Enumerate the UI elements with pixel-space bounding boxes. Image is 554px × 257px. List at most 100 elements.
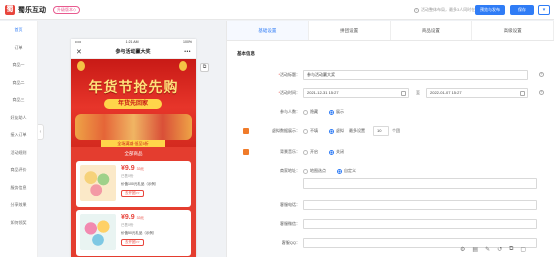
sidebar-item-claim[interactable]: 如何领奖: [0, 214, 37, 232]
copy-icon[interactable]: ⧉: [509, 246, 513, 253]
version-badge[interactable]: 升级版本◇: [53, 6, 81, 14]
product-card[interactable]: ¥9.9 33元 已售0份 价值50元礼品（示例） 去开团>>: [76, 210, 191, 256]
phone-preview: ••••• 1:21 AM 100% ✕ 参与活动赢大奖 ••• 年货节抢先购 …: [71, 39, 196, 257]
service-phone-row: 客服电话：: [226, 200, 554, 210]
collab-tip: i 活动整体布局，最多3人同时在线: [414, 7, 479, 13]
bottom-toolbar: ⚙ ▤ ✎ ↺ ⧉ ▢: [460, 246, 526, 253]
save-button[interactable]: 保存: [510, 5, 534, 15]
activity-time-row: *活动时间： 2021-12-31 15:27 至 2022-01-07 15:…: [226, 88, 554, 98]
activity-title-row: *活动标题： 参与活动赢大奖 ?: [226, 70, 554, 80]
virtual-data-label: 虚拟数据展示：: [272, 128, 300, 133]
virtual-off-radio[interactable]: 不填: [303, 128, 318, 134]
join-group-button[interactable]: 去开团>>: [121, 239, 144, 246]
virtual-on-radio[interactable]: 虚拟: [329, 128, 344, 134]
calendar-icon: [520, 91, 525, 96]
preview-publish-button[interactable]: 预览与发布: [475, 5, 505, 15]
service-phone-input[interactable]: [303, 200, 537, 210]
sidebar-item-order-access[interactable]: 接入订单: [0, 126, 37, 144]
join-group-button[interactable]: 去开团>>: [121, 190, 144, 197]
service-qq-label: 客服QQ：: [281, 240, 300, 245]
service-wechat-input[interactable]: [303, 219, 537, 229]
service-wechat-row: 客服微信：: [226, 219, 554, 229]
sidebar-item-product-3[interactable]: 商品三: [0, 91, 37, 109]
more-dropdown-button[interactable]: ▾: [538, 5, 550, 15]
tab-product-settings[interactable]: 商品设置: [391, 21, 473, 40]
service-phone-label: 客服电话：: [280, 202, 300, 207]
sidebar-item-rules[interactable]: 活动规则: [0, 144, 37, 162]
sidebar-item-orders[interactable]: 订单: [0, 39, 37, 57]
app-name: 蜀乐互动: [18, 7, 46, 14]
lantern-icon: [179, 61, 187, 71]
product-list-title: 全部商品: [124, 151, 143, 156]
virtual-data-checkbox[interactable]: [243, 128, 249, 134]
banner-subtitle: 年货先回家: [104, 99, 162, 109]
product-sold: 已售0份: [121, 223, 134, 227]
tab-basic-settings[interactable]: 基础设置: [227, 21, 309, 40]
address-map-radio[interactable]: 地图选点: [303, 168, 326, 174]
sidebar-collapse-handle[interactable]: ‹: [38, 124, 44, 140]
participants-hide-radio[interactable]: 隐藏: [303, 109, 318, 115]
address-custom-radio[interactable]: 自定义: [337, 168, 356, 174]
music-checkbox[interactable]: [243, 149, 249, 155]
sidebar-item-reviews[interactable]: 商品评价: [0, 161, 37, 179]
activity-title-input[interactable]: 参与活动赢大奖: [303, 70, 528, 80]
music-label: 背景音乐：: [280, 149, 300, 154]
help-icon[interactable]: ?: [539, 90, 544, 95]
sidebar-item-friend-help[interactable]: 好友助人: [0, 109, 37, 127]
list-icon[interactable]: ▤: [472, 246, 478, 253]
virtual-count-input[interactable]: 10: [373, 126, 389, 136]
virtual-unit: 个团: [392, 128, 400, 133]
tab-advanced-settings[interactable]: 高级设置: [472, 21, 554, 40]
logo[interactable]: 蜀 蜀乐互动: [5, 5, 46, 15]
activity-title-label: *活动标题：: [278, 72, 300, 77]
participants-label: 参与人数：: [280, 109, 300, 114]
product-name: 价值50元礼品（示例）: [121, 231, 157, 235]
music-off-radio[interactable]: 关闭: [329, 149, 344, 155]
undo-icon[interactable]: ↺: [497, 246, 502, 253]
time-separator: 至: [416, 90, 420, 95]
banner-footer: 全场满减·低至5折: [101, 140, 165, 147]
edit-icon[interactable]: ✎: [485, 246, 490, 253]
sidebar-item-product-1[interactable]: 商品一: [0, 56, 37, 74]
activity-time-label: *活动时间：: [278, 90, 300, 95]
signal-indicator: •••••: [75, 40, 82, 44]
product-price: ¥9.9 33元: [121, 214, 145, 221]
virtual-data-row: 虚拟数据展示： 不填 虚拟 最多设置 10 个团: [226, 126, 554, 136]
product-sold: 已售0份: [121, 174, 134, 178]
participants-row: 参与人数： 隐藏 展示: [226, 107, 554, 117]
address-label: 商家地址：: [280, 168, 300, 173]
product-card[interactable]: ¥9.9 33元 已售0份 价值100元礼品（示例） 去开团>>: [76, 161, 191, 207]
close-icon[interactable]: ✕: [76, 48, 82, 56]
tab-group-settings[interactable]: 拼团设置: [309, 21, 391, 40]
status-time: 1:21 AM: [125, 40, 139, 44]
help-icon[interactable]: ?: [539, 72, 544, 77]
calendar-icon: [401, 91, 406, 96]
promo-banner: 年货节抢先购 年货先回家 全场满减·低至5折: [71, 59, 196, 147]
participants-show-radio[interactable]: 展示: [329, 109, 344, 115]
copy-icon[interactable]: ⧉: [200, 63, 209, 72]
product-price: ¥9.9 33元: [121, 165, 145, 172]
settings-icon[interactable]: ⚙: [460, 246, 465, 253]
sidebar-item-product-2[interactable]: 商品二: [0, 74, 37, 92]
product-image: [80, 214, 116, 250]
start-time-input[interactable]: 2021-12-31 15:27: [303, 88, 409, 98]
sidebar: 首页 订单 商品一 商品二 商品三 好友助人 接入订单 活动规则 商品评价 服务…: [0, 21, 38, 257]
end-time-input[interactable]: 2022-01-07 15:27: [426, 88, 528, 98]
product-info: ¥9.9 33元 已售0份 价值100元礼品（示例） 去开团>>: [121, 165, 187, 203]
more-icon[interactable]: •••: [184, 49, 191, 55]
product-name: 价值100元礼品（示例）: [121, 182, 159, 186]
settings-tabs: 基础设置 拼团设置 商品设置 高级设置: [227, 21, 554, 41]
info-icon: i: [414, 7, 419, 13]
battery-indicator: 100%: [183, 40, 192, 44]
sidebar-item-service-info[interactable]: 服务信息: [0, 179, 37, 197]
music-row: 背景音乐： 开启 关闭: [226, 147, 554, 157]
section-title: 基本信息: [237, 51, 255, 56]
music-on-radio[interactable]: 开启: [303, 149, 318, 155]
frame-icon[interactable]: ▢: [520, 246, 526, 253]
banner-title: 年货节抢先购: [88, 79, 179, 95]
service-wechat-label: 客服微信：: [280, 221, 300, 226]
sidebar-item-share[interactable]: 分享效果: [0, 196, 37, 214]
logo-mark: 蜀: [5, 5, 15, 15]
sidebar-item-home[interactable]: 首页: [0, 21, 37, 39]
address-input[interactable]: [303, 178, 537, 189]
